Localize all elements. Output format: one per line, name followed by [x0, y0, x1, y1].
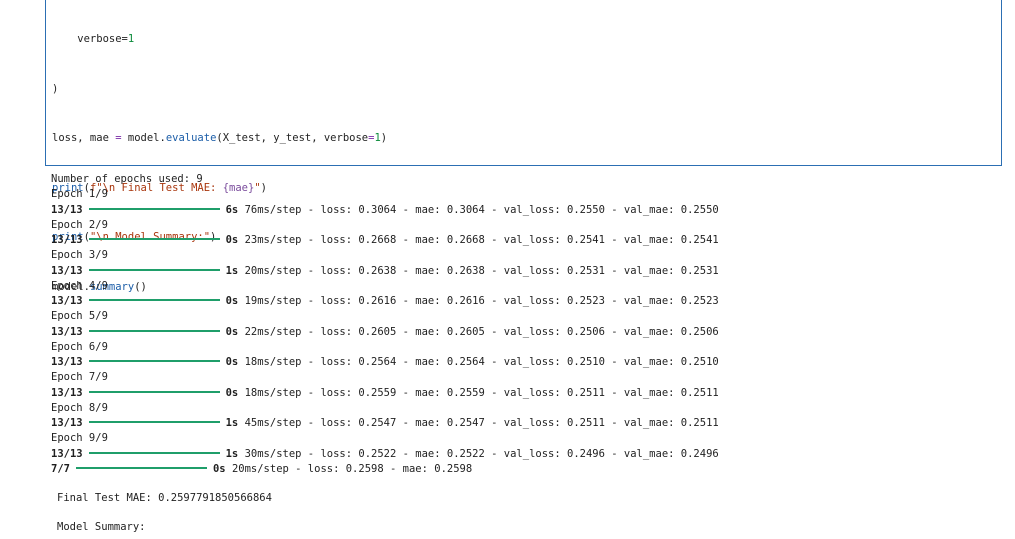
epoch-steps: 13/13 [51, 386, 83, 399]
eval-metrics: 20ms/step - loss: 0.2598 - mae: 0.2598 [231, 462, 473, 475]
epoch-progress-line: 13/13 6s 76ms/step - loss: 0.3064 - mae: … [51, 203, 991, 218]
epoch-label: Epoch 3/9 [51, 249, 108, 262]
epoch-steps: 13/13 [51, 234, 83, 246]
code-text: loss, mae [52, 132, 116, 144]
final-mae-line: Final Test MAE: 0.2597791850566864 [57, 492, 272, 504]
epoch-label: Epoch 1/9 [51, 188, 108, 201]
progress-bar [88, 390, 220, 393]
progress-bar [88, 207, 220, 210]
epoch-progress-line: 13/13 0s 18ms/step - loss: 0.2559 - mae: … [51, 386, 991, 401]
progress-bar [88, 299, 220, 301]
code-text: ) [52, 82, 59, 95]
code-line: verbose=1 [52, 31, 387, 48]
epoch-steps: 13/13 [51, 417, 83, 429]
eval-steps: 7/7 [51, 462, 70, 475]
epoch-time: 1s [225, 447, 239, 460]
cell-output: Number of epochs used: 9 Epoch 1/9 13/13 6… [51, 172, 991, 536]
code-function: evaluate [165, 132, 217, 144]
epoch-progress-line: 13/13 1s 20ms/step - loss: 0.2638 - mae: … [51, 264, 991, 279]
epoch-time: 1s [225, 264, 239, 277]
progress-bar [88, 238, 220, 240]
epoch-steps: 13/13 [51, 295, 83, 307]
epoch-progress-line: 13/13 0s 18ms/step - loss: 0.2564 - mae: … [51, 355, 991, 370]
code-text: verbose= [52, 33, 128, 45]
epoch-time: 0s [225, 386, 239, 399]
epoch-label: Epoch 7/9 [51, 371, 108, 384]
epoch-metrics: 18ms/step - loss: 0.2559 - mae: 0.2559 -… [244, 386, 719, 399]
model-summary-line: Model Summary: [57, 521, 146, 534]
epoch-progress-line: 13/13 0s 23ms/step - loss: 0.2668 - mae: … [51, 233, 991, 248]
progress-bar [88, 329, 220, 332]
epoch-time: 0s [225, 325, 239, 338]
code-text: (X_test, y_test, verbose [216, 132, 369, 144]
code-number: 1 [127, 33, 135, 45]
epoch-log: Epoch 1/9 13/13 6s 76ms/step - loss: 0.306… [51, 187, 991, 462]
epoch-metrics: 76ms/step - loss: 0.3064 - mae: 0.3064 -… [244, 203, 719, 216]
epoch-metrics: 20ms/step - loss: 0.2638 - mae: 0.2638 -… [244, 264, 719, 277]
epoch-steps: 13/13 [51, 356, 83, 368]
epoch-time: 0s [225, 356, 239, 368]
eval-progress-line: 7/7 0s 20ms/step - loss: 0.2598 - mae: 0.… [51, 462, 991, 477]
epoch-label: Epoch 2/9 [51, 218, 108, 231]
epoch-steps: 13/13 [51, 264, 83, 277]
progress-bar [88, 268, 220, 271]
epoch-progress-line: 13/13 1s 30ms/step - loss: 0.2522 - mae: … [51, 447, 991, 462]
epoch-label: Epoch 5/9 [51, 310, 108, 323]
epoch-label: Epoch 6/9 [51, 340, 108, 353]
epoch-metrics: 19ms/step - loss: 0.2616 - mae: 0.2616 -… [244, 295, 719, 307]
epoch-time: 0s [225, 295, 239, 307]
progress-bar [88, 421, 220, 423]
epoch-progress-line: 13/13 0s 19ms/step - loss: 0.2616 - mae: … [51, 294, 991, 309]
epoch-steps: 13/13 [51, 203, 83, 216]
epoch-time: 0s [225, 234, 239, 246]
progress-bar [75, 466, 207, 469]
epochs-used-line: Number of epochs used: 9 [51, 173, 203, 185]
epoch-metrics: 22ms/step - loss: 0.2605 - mae: 0.2605 -… [244, 325, 719, 338]
epoch-metrics: 18ms/step - loss: 0.2564 - mae: 0.2564 -… [244, 356, 719, 368]
epoch-label: Epoch 9/9 [51, 432, 108, 445]
code-line: ) [52, 81, 387, 98]
epoch-label: Epoch 4/9 [51, 279, 108, 292]
code-line: loss, mae = model.evaluate(X_test, y_tes… [52, 130, 387, 147]
epoch-label: Epoch 8/9 [51, 401, 108, 414]
epoch-steps: 13/13 [51, 325, 83, 338]
epoch-progress-line: 13/13 1s 45ms/step - loss: 0.2547 - mae: … [51, 416, 991, 431]
code-text: ) [380, 132, 388, 144]
epoch-metrics: 23ms/step - loss: 0.2668 - mae: 0.2668 -… [244, 234, 719, 246]
epoch-time: 1s [225, 417, 239, 429]
epoch-time: 6s [225, 203, 239, 216]
epoch-metrics: 30ms/step - loss: 0.2522 - mae: 0.2522 -… [244, 447, 719, 460]
epoch-metrics: 45ms/step - loss: 0.2547 - mae: 0.2547 -… [244, 417, 719, 429]
code-text: model. [121, 132, 166, 144]
epoch-progress-line: 13/13 0s 22ms/step - loss: 0.2605 - mae: … [51, 325, 991, 340]
code-cell-input[interactable]: verbose=1 ) loss, mae = model.evaluate(X… [45, 0, 1002, 293]
eval-time: 0s [212, 462, 226, 475]
progress-bar [88, 360, 220, 362]
epoch-steps: 13/13 [51, 447, 83, 460]
progress-bar [88, 451, 220, 454]
